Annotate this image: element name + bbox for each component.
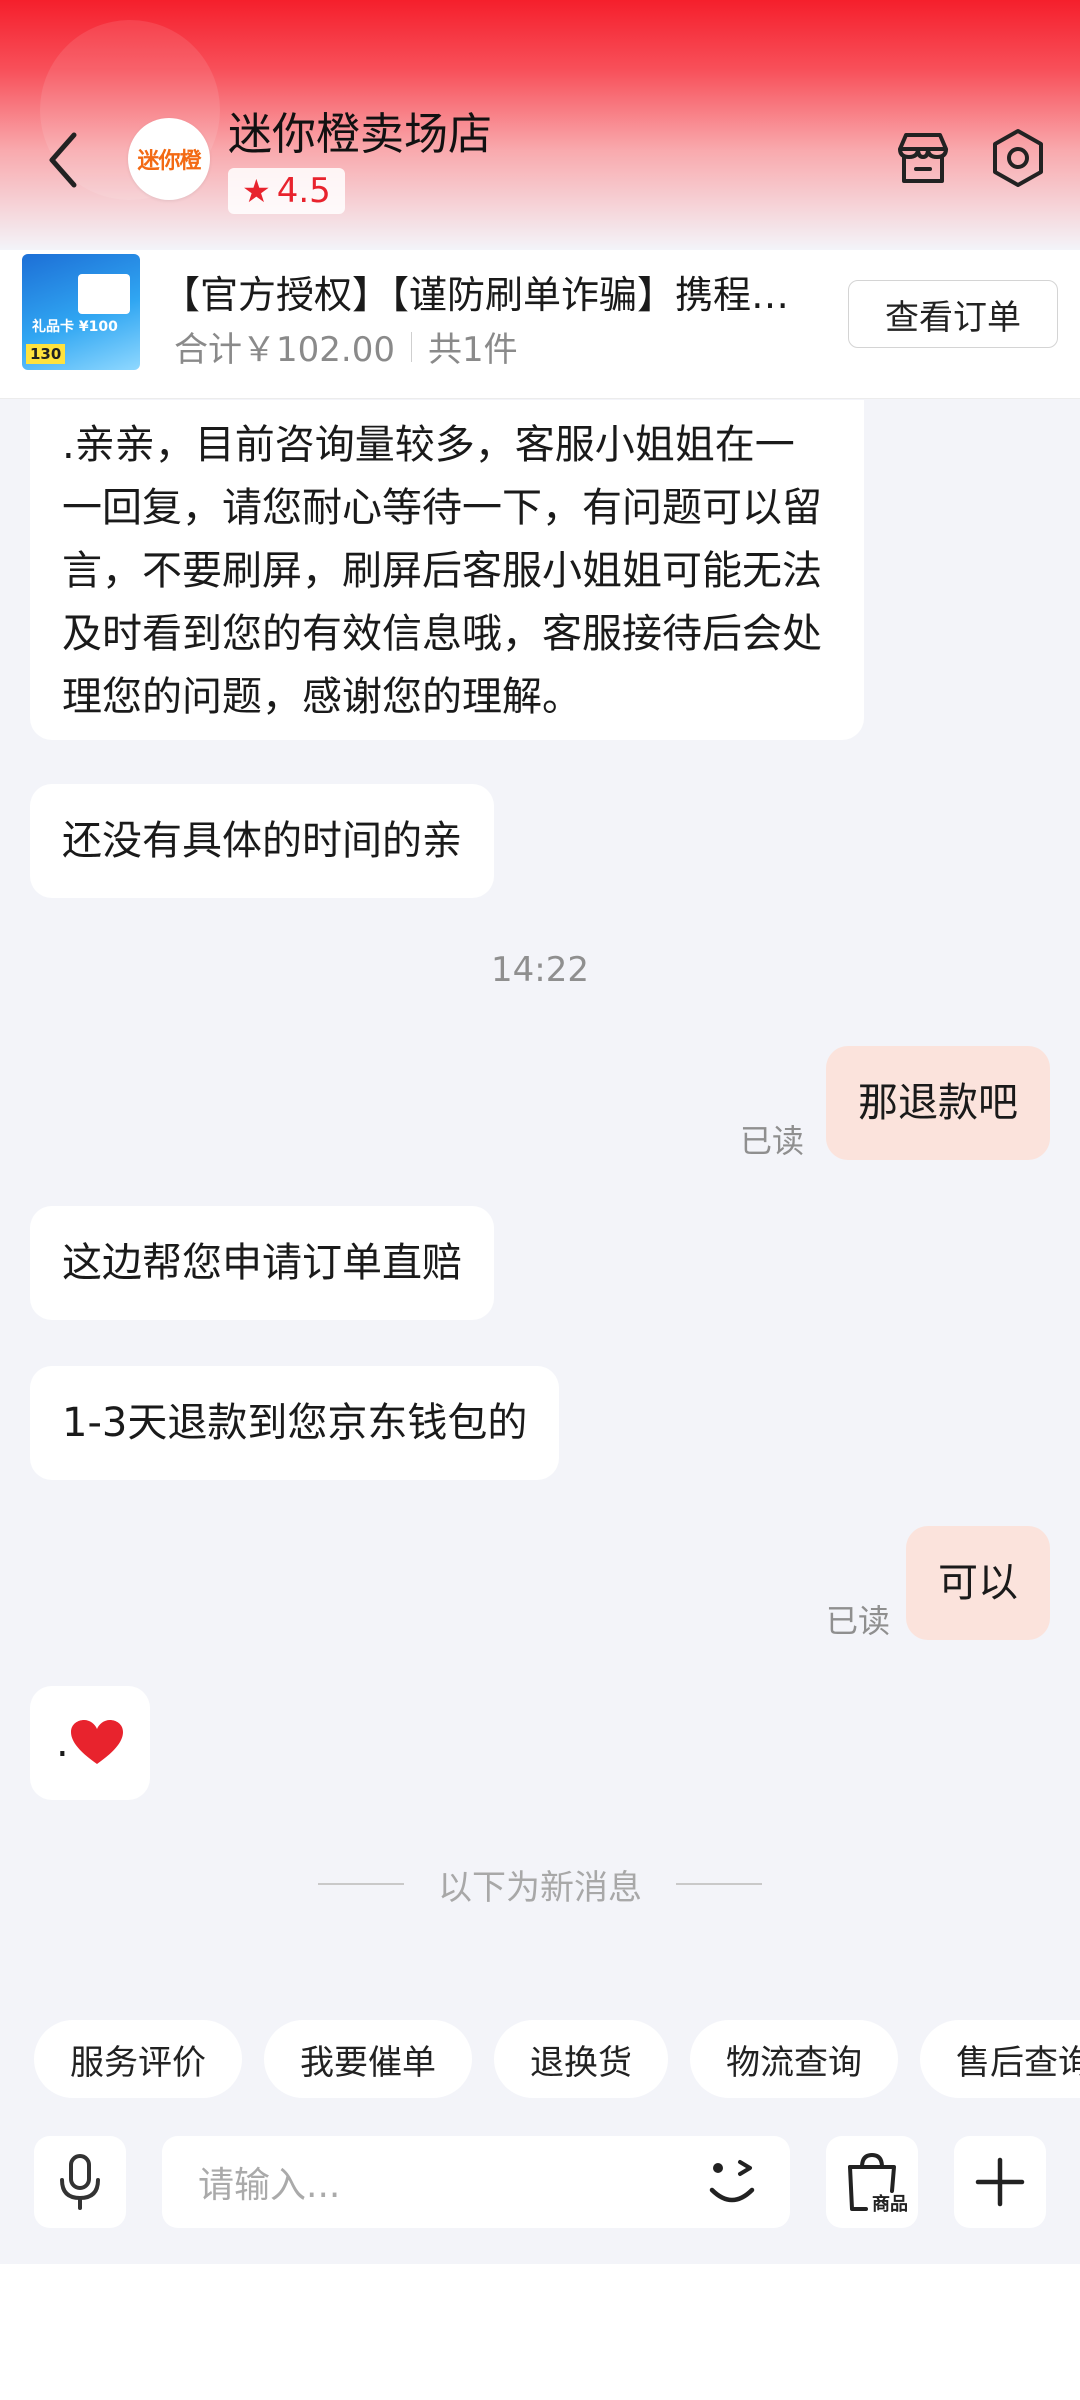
store-button[interactable] bbox=[890, 125, 956, 191]
message-bubble-sent[interactable]: 那退款吧 bbox=[826, 1046, 1050, 1160]
message-input-placeholder: 请输入... bbox=[198, 2165, 341, 2206]
message-text: 1-3天退款到您京东钱包的 bbox=[62, 1399, 528, 1446]
view-order-button[interactable]: 查看订单 bbox=[848, 280, 1058, 348]
new-messages-divider: 以下为新消息 bbox=[318, 1862, 762, 1908]
message-bubble-received[interactable]: 1-3天退款到您京东钱包的 bbox=[30, 1366, 560, 1480]
emoji-button[interactable] bbox=[694, 2144, 770, 2220]
message-bubble-received[interactable]: 这边帮您申请订单直赔 bbox=[30, 1206, 494, 1320]
product-button[interactable]: 商品 bbox=[826, 2136, 918, 2228]
order-total: 合计￥102.00 bbox=[174, 330, 395, 370]
order-item-count: 共1件 bbox=[427, 330, 518, 370]
voice-button[interactable] bbox=[34, 2136, 126, 2228]
quick-action-rate-service[interactable]: 服务评价 bbox=[34, 2020, 242, 2098]
quick-action-urge-order[interactable]: 我要催单 bbox=[264, 2020, 472, 2098]
shop-name[interactable]: 迷你橙卖场店 bbox=[228, 98, 492, 162]
gift-card-image bbox=[78, 274, 130, 314]
chat-header: 迷你橙 迷你橙卖场店 ★ 4.5 bbox=[0, 0, 1080, 250]
product-button-label: 商品 bbox=[872, 2194, 908, 2215]
message-bubble-received[interactable]: .亲亲，目前咨询量较多，客服小姐姐在一一回复，请您耐心等待一下，有问题可以留言，… bbox=[30, 400, 864, 740]
quick-action-track-shipping[interactable]: 物流查询 bbox=[690, 2020, 898, 2098]
back-icon bbox=[49, 132, 77, 188]
quick-action-after-sales[interactable]: 售后查询 bbox=[920, 2020, 1080, 2098]
shop-rating-value: 4.5 bbox=[276, 171, 331, 211]
settings-button[interactable] bbox=[985, 125, 1051, 191]
thumbnail-label: 礼品卡 ¥100 bbox=[32, 319, 118, 335]
shop-avatar-logo: 迷你橙 bbox=[137, 149, 201, 174]
new-messages-label: 以下为新消息 bbox=[438, 1867, 642, 1908]
divider-line-right bbox=[676, 1883, 762, 1885]
message-bubble-received[interactable]: . bbox=[30, 1686, 150, 1800]
back-button[interactable] bbox=[40, 125, 90, 195]
quick-actions-row: 服务评价 我要催单 退换货 物流查询 售后查询 bbox=[34, 2020, 1080, 2100]
order-card[interactable]: 礼品卡 ¥100 130 【官方授权】【谨防刷单诈骗】携程… 合计￥102.00… bbox=[0, 250, 1080, 399]
star-icon: ★ bbox=[242, 172, 271, 210]
quick-action-return-exchange[interactable]: 退换货 bbox=[494, 2020, 668, 2098]
shop-avatar[interactable]: 迷你橙 bbox=[128, 118, 210, 200]
settings-icon bbox=[993, 129, 1043, 187]
message-timestamp: 14:22 bbox=[491, 950, 589, 990]
more-button[interactable] bbox=[954, 2136, 1046, 2228]
store-icon bbox=[898, 133, 948, 183]
message-text: . bbox=[56, 1719, 69, 1766]
order-meta: 合计￥102.00 共1件 bbox=[174, 322, 518, 371]
message-bubble-sent[interactable]: 可以 bbox=[906, 1526, 1050, 1640]
message-bubble-received[interactable]: 还没有具体的时间的亲 bbox=[30, 784, 494, 898]
read-status: 已读 bbox=[826, 1602, 891, 1640]
message-text: 这边帮您申请订单直赔 bbox=[62, 1239, 462, 1286]
divider-line-left bbox=[318, 1883, 404, 1885]
microphone-icon bbox=[60, 2154, 100, 2210]
message-text: .亲亲，目前咨询量较多，客服小姐姐在一一回复，请您耐心等待一下，有问题可以留言，… bbox=[62, 422, 822, 720]
product-thumbnail[interactable]: 礼品卡 ¥100 130 bbox=[22, 254, 140, 370]
message-text: 还没有具体的时间的亲 bbox=[62, 817, 462, 864]
message-text: 可以 bbox=[938, 1559, 1018, 1606]
heart-icon bbox=[70, 1720, 123, 1764]
read-status: 已读 bbox=[740, 1122, 805, 1160]
plus-icon bbox=[975, 2157, 1025, 2207]
message-text: 那退款吧 bbox=[858, 1079, 1018, 1126]
shop-rating-badge: ★ 4.5 bbox=[228, 168, 345, 214]
wink-face-icon bbox=[709, 2160, 755, 2203]
thumbnail-badge: 130 bbox=[26, 344, 66, 364]
meta-separator bbox=[410, 331, 412, 362]
order-title[interactable]: 【官方授权】【谨防刷单诈骗】携程… bbox=[162, 264, 842, 319]
bottom-safe-area bbox=[0, 2264, 1080, 2400]
